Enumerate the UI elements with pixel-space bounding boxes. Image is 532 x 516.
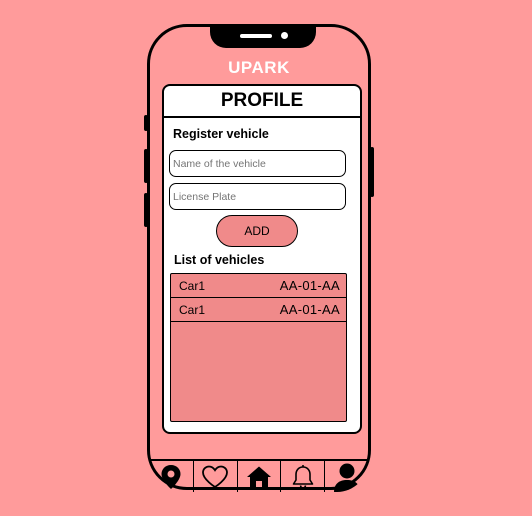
page-title: PROFILE: [164, 86, 360, 118]
location-pin-icon: [161, 464, 181, 489]
list-item[interactable]: Car1 AA-01-AA: [171, 274, 346, 298]
camera-icon: [281, 32, 288, 39]
list-item[interactable]: Car1 AA-01-AA: [171, 298, 346, 322]
vehicle-list[interactable]: Car1 AA-01-AA Car1 AA-01-AA: [170, 273, 347, 422]
register-vehicle-label: Register vehicle: [173, 127, 269, 141]
nav-item-profile[interactable]: [325, 461, 368, 492]
phone-frame: UPARK PROFILE Register vehicle ADD List …: [144, 24, 374, 492]
bottom-nav: [150, 459, 368, 492]
nav-item-location[interactable]: [150, 461, 194, 492]
vehicle-name-input[interactable]: [169, 150, 346, 177]
nav-item-home[interactable]: [238, 461, 282, 492]
speaker-icon: [240, 34, 272, 38]
side-button: [144, 193, 148, 227]
add-vehicle-button[interactable]: ADD: [216, 215, 298, 247]
nav-item-favorites[interactable]: [194, 461, 238, 492]
bell-icon: [292, 464, 314, 489]
vehicle-name: Car1: [179, 302, 206, 317]
side-button: [144, 115, 148, 131]
app-title: UPARK: [228, 58, 290, 77]
vehicle-name: Car1: [179, 278, 206, 293]
home-icon: [246, 466, 271, 488]
heart-icon: [202, 465, 229, 488]
nav-item-notifications[interactable]: [281, 461, 326, 492]
side-button: [144, 149, 148, 183]
user-icon: [333, 463, 360, 492]
profile-card: PROFILE Register vehicle ADD List of veh…: [162, 84, 362, 434]
vehicle-plate: AA-01-AA: [279, 278, 340, 293]
license-plate-input[interactable]: [169, 183, 346, 210]
phone-notch: [210, 24, 316, 48]
vehicle-list-label: List of vehicles: [174, 253, 265, 267]
side-button: [370, 147, 374, 197]
vehicle-plate: AA-01-AA: [279, 302, 340, 317]
